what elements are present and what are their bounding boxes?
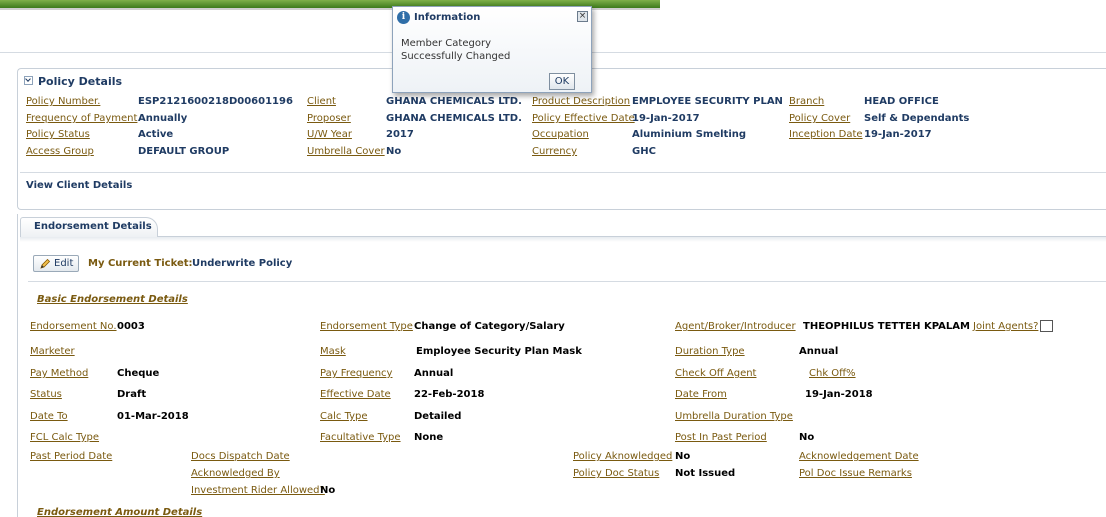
basic-endorsement-title: Basic Endorsement Details [37,294,188,305]
tab-endorsement-details[interactable]: Endorsement Details [20,217,158,237]
policy-status-value: Active [138,129,174,140]
product-label[interactable]: Product Description [532,96,630,107]
current-ticket-label: My Current Ticket: [88,258,193,269]
pol-doc-remarks-label[interactable]: Pol Doc Issue Remarks [799,468,912,479]
joint-agents-checkbox[interactable] [1040,320,1053,332]
endorsement-no-value: 0003 [117,321,145,332]
chk-off-percent-label[interactable]: Chk Off% [809,368,856,379]
post-past-period-value: No [799,432,815,443]
effective-date-label[interactable]: Policy Effective Date [532,113,635,124]
occupation-label[interactable]: Occupation [532,129,589,140]
umbrella-cover-label[interactable]: Umbrella Cover [307,146,385,157]
policy-details-header[interactable]: Policy Details [38,75,122,88]
collapse-icon[interactable] [24,76,33,85]
effective-date-value: 22-Feb-2018 [414,389,485,400]
proposer-label[interactable]: Proposer [307,113,351,124]
divider [28,281,1106,282]
post-past-period-label[interactable]: Post In Past Period [675,432,767,443]
product-value: EMPLOYEE SECURITY PLAN [632,96,783,107]
view-client-details-link[interactable]: View Client Details [26,180,132,191]
pay-method-label[interactable]: Pay Method [30,368,88,379]
info-icon: i [397,11,410,24]
ok-button[interactable]: OK [549,73,575,90]
pay-frequency-value: Annual [414,368,454,379]
status-value: Draft [117,389,147,400]
pencil-icon [40,258,51,269]
branch-value: HEAD OFFICE [864,96,939,107]
duration-type-value: Annual [799,346,839,357]
mask-label[interactable]: Mask [320,346,346,357]
acknowledgement-date-label[interactable]: Acknowledgement Date [799,451,919,462]
joint-agents-label[interactable]: Joint Agents? [973,321,1038,332]
pay-method-value: Cheque [117,368,160,379]
date-from-label[interactable]: Date From [675,389,727,400]
inception-date-label[interactable]: Inception Date [789,129,863,140]
effective-date-value: 19-Jan-2017 [632,113,700,124]
policy-doc-status-label[interactable]: Policy Doc Status [573,468,659,479]
effective-date-label[interactable]: Effective Date [320,389,391,400]
tab-strip [20,236,1106,242]
fcl-calc-type-label[interactable]: FCL Calc Type [30,432,99,443]
date-to-value: 01-Mar-2018 [117,411,189,422]
occupation-value: Aluminium Smelting [632,129,747,140]
policy-number-value: ESP2121600218D00601196 [138,96,293,107]
facultative-type-value: None [414,432,444,443]
marketer-label[interactable]: Marketer [30,346,75,357]
policy-cover-value: Self & Dependants [864,113,970,124]
docs-dispatch-date-label[interactable]: Docs Dispatch Date [191,451,290,462]
endorsement-no-label[interactable]: Endorsement No. [30,321,117,332]
policy-doc-status-value: Not Issued [675,468,736,479]
umbrella-duration-label[interactable]: Umbrella Duration Type [675,411,793,422]
client-value: GHANA CHEMICALS LTD. [386,96,522,107]
client-label[interactable]: Client [307,96,336,107]
date-from-value: 19-Jan-2018 [805,389,873,400]
current-ticket-value: Underwrite Policy [192,258,293,269]
agent-label[interactable]: Agent/Broker/Introducer [675,321,796,332]
edit-button-label: Edit [54,258,74,269]
access-group-value: DEFAULT GROUP [138,146,230,157]
dialog-message: Member Category Successfully Changed [401,38,511,62]
proposer-value: GHANA CHEMICALS LTD. [386,113,522,124]
frequency-value: Annually [138,113,188,124]
check-off-agent-label[interactable]: Check Off Agent [675,368,756,379]
edit-button[interactable]: Edit [33,255,79,272]
date-to-label[interactable]: Date To [30,411,68,422]
uw-year-value: 2017 [386,129,414,140]
status-label[interactable]: Status [30,389,62,400]
currency-label[interactable]: Currency [532,146,577,157]
investment-rider-value: No [320,485,336,496]
information-dialog: i Information × Member Category Successf… [392,6,592,93]
inception-date-value: 19-Jan-2017 [864,129,932,140]
frequency-label[interactable]: Frequency of Payment [26,113,137,124]
calc-type-value: Detailed [414,411,462,422]
policy-acknowledged-value: No [675,451,691,462]
policy-acknowledged-label[interactable]: Policy Aknowledged [573,451,672,462]
dialog-title: Information [414,12,481,23]
umbrella-cover-value: No [386,146,402,157]
close-icon[interactable]: × [577,11,588,22]
calc-type-label[interactable]: Calc Type [320,411,368,422]
facultative-type-label[interactable]: Facultative Type [320,432,401,443]
divider [20,172,1106,173]
investment-rider-label[interactable]: Investment Rider Allowed? [191,485,325,496]
access-group-label[interactable]: Access Group [26,146,94,157]
policy-cover-label[interactable]: Policy Cover [789,113,850,124]
mask-value: Employee Security Plan Mask [416,346,582,357]
endorsement-type-label[interactable]: Endorsement Type [320,321,413,332]
uw-year-label[interactable]: U/W Year [307,129,352,140]
agent-value: THEOPHILUS TETTEH KPALAM [803,321,970,332]
endorsement-type-value: Change of Category/Salary [414,321,565,332]
endorsement-amount-title: Endorsement Amount Details [37,507,203,517]
policy-status-label[interactable]: Policy Status [26,129,90,140]
duration-type-label[interactable]: Duration Type [675,346,745,357]
acknowledged-by-label[interactable]: Acknowledged By [191,468,280,479]
policy-number-label[interactable]: Policy Number. [26,96,100,107]
past-period-date-label[interactable]: Past Period Date [30,451,112,462]
pay-frequency-label[interactable]: Pay Frequency [320,368,392,379]
currency-value: GHC [632,146,656,157]
branch-label[interactable]: Branch [789,96,824,107]
